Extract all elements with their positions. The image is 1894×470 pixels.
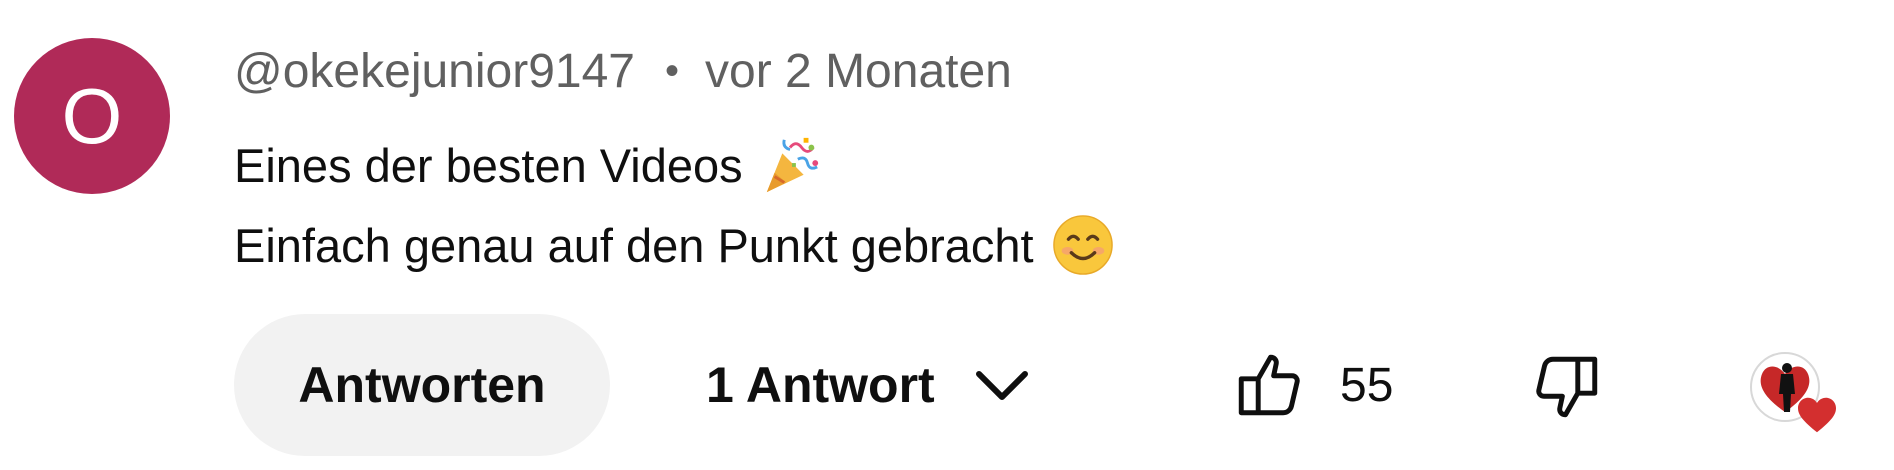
- thumbs-down-icon[interactable]: [1530, 350, 1604, 424]
- comment-text: Einfach genau auf den Punkt gebracht: [234, 218, 1034, 272]
- comment-time[interactable]: vor 2 Monaten: [705, 44, 1012, 99]
- avatar[interactable]: O: [14, 38, 170, 194]
- author-handle[interactable]: @okekejunior9147: [234, 44, 635, 99]
- heart-icon: [1798, 397, 1836, 433]
- meta-separator: •: [665, 48, 680, 93]
- comment-meta: @okekejunior9147 • vor 2 Monaten: [234, 40, 1012, 102]
- replies-toggle-button[interactable]: 1 Antwort: [706, 314, 1029, 456]
- comment-text-line: Eines der besten Videos: [234, 130, 823, 200]
- thumbs-up-icon: [1238, 354, 1300, 416]
- chevron-down-icon: [975, 371, 1028, 400]
- comment: O @okekejunior9147 • vor 2 Monaten Eines…: [0, 0, 1894, 470]
- replies-count-label: 1 Antwort: [706, 357, 935, 413]
- like-count: 55: [1340, 358, 1394, 412]
- like-button[interactable]: 55: [1232, 314, 1393, 456]
- reply-button[interactable]: Antworten: [234, 314, 610, 456]
- smiling-face-icon: [1052, 215, 1113, 275]
- comment-text-line: Einfach genau auf den Punkt gebracht: [234, 210, 1114, 280]
- creator-heart-badge: [1750, 352, 1840, 442]
- party-popper-icon: [766, 137, 818, 193]
- avatar-letter: O: [61, 72, 123, 160]
- comment-actions: Antworten 1 Antwort 55: [0, 314, 1894, 456]
- comment-text: Eines der besten Videos: [234, 138, 743, 192]
